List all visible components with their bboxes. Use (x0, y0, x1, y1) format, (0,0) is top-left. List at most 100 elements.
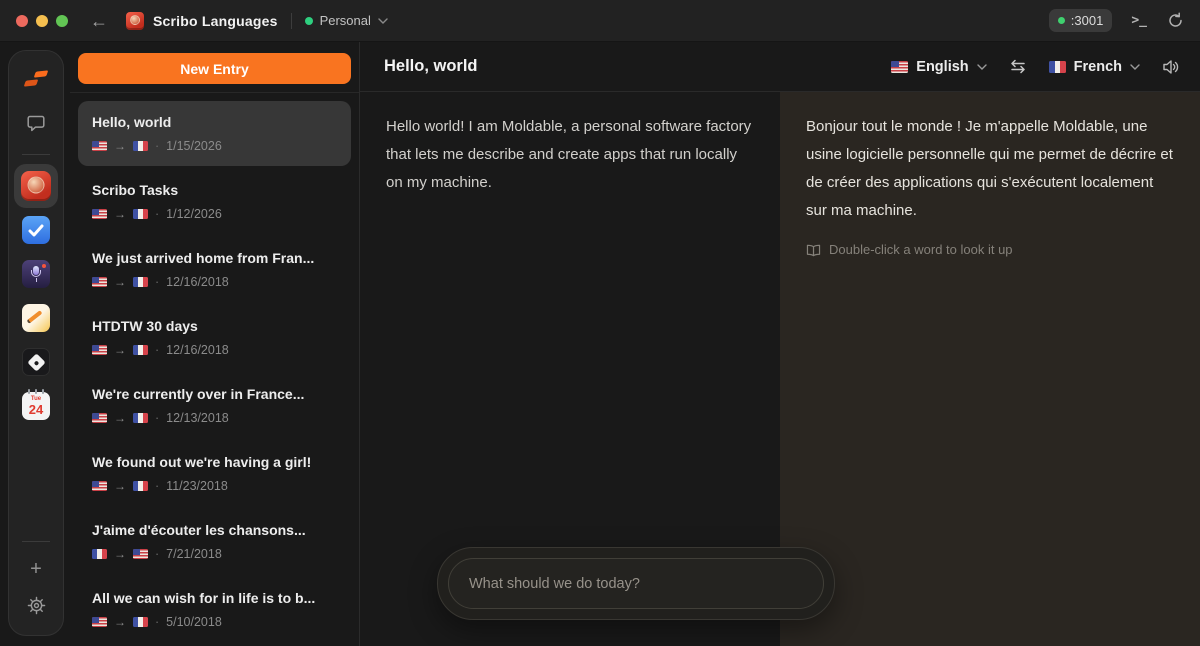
target-language-label: French (1074, 59, 1122, 75)
entry-meta: → · 11/23/2018 (92, 479, 337, 493)
source-flag-icon (92, 481, 107, 491)
sidebar-item-calendar[interactable]: Tue 24 (14, 384, 58, 428)
sidebar-item-voice-memos[interactable] (14, 252, 58, 296)
target-flag-icon (133, 141, 148, 151)
chevron-down-icon (977, 64, 987, 70)
speak-button[interactable] (1156, 52, 1186, 82)
entry-list-item[interactable]: All we can wish for in life is to b... →… (78, 577, 351, 642)
recording-dot (42, 264, 46, 268)
dot-separator: · (155, 207, 159, 221)
refresh-icon[interactable] (1167, 12, 1184, 29)
target-flag-icon (133, 345, 148, 355)
swap-languages-button[interactable] (1003, 52, 1033, 82)
port-badge[interactable]: :3001 (1049, 9, 1113, 32)
dot-separator: · (155, 615, 159, 629)
entry-meta: → · 7/21/2018 (92, 547, 337, 561)
arrow-icon: → (114, 139, 126, 153)
entry-title: We're currently over in France... (92, 386, 337, 402)
entry-list-item[interactable]: J'aime d'écouter les chansons... → · 7/2… (78, 509, 351, 574)
entry-date: 7/21/2018 (166, 547, 222, 561)
sidebar-item-tasks[interactable] (14, 208, 58, 252)
chat-icon[interactable] (14, 101, 58, 145)
new-entry-section: New Entry (70, 42, 359, 93)
server-status-dot (1058, 17, 1065, 24)
moldable-logo-icon[interactable] (14, 57, 58, 101)
close-window-button[interactable] (16, 15, 28, 27)
entry-title: We just arrived home from Fran... (92, 250, 337, 266)
microphone-app-icon (22, 260, 50, 288)
title-bar: ← Scribo Languages Personal :3001 >_ (0, 0, 1200, 42)
zoom-window-button[interactable] (56, 15, 68, 27)
speaker-icon (1162, 59, 1180, 75)
entry-meta: → · 12/16/2018 (92, 275, 337, 289)
lookup-hint: Double-click a word to look it up (806, 236, 1174, 264)
arrow-icon: → (114, 275, 126, 289)
entry-meta: → · 1/15/2026 (92, 139, 337, 153)
titlebar-divider (291, 13, 292, 29)
lookup-hint-text: Double-click a word to look it up (829, 236, 1013, 264)
entry-title: J'aime d'écouter les chansons... (92, 522, 337, 538)
sidebar-item-git[interactable] (14, 340, 58, 384)
source-flag-icon (92, 549, 107, 559)
entry-meta: → · 1/12/2026 (92, 207, 337, 221)
minimize-window-button[interactable] (36, 15, 48, 27)
entry-title: Hello, world (92, 114, 337, 130)
app-rail: Tue 24 + (0, 42, 70, 646)
entry-list-item[interactable]: Scribo Tasks → · 1/12/2026 (78, 169, 351, 234)
entry-list-item[interactable]: We're currently over in France... → · 12… (78, 373, 351, 438)
dot-separator: · (155, 547, 159, 561)
terminal-icon[interactable]: >_ (1131, 13, 1147, 28)
add-app-button[interactable]: + (14, 551, 58, 587)
chevron-down-icon (1130, 64, 1140, 70)
settings-button[interactable] (14, 587, 58, 623)
source-language-select[interactable]: English (883, 54, 994, 80)
entry-meta: → · 5/10/2018 (92, 615, 337, 629)
target-flag-icon (133, 413, 148, 423)
source-text: Hello world! I am Moldable, a personal s… (386, 118, 751, 191)
calendar-app-icon: Tue 24 (22, 392, 50, 420)
entry-meta: → · 12/13/2018 (92, 411, 337, 425)
chevron-down-icon (378, 18, 388, 24)
arrow-icon: → (114, 547, 126, 561)
globe-icon (130, 15, 140, 25)
target-text-column[interactable]: Bonjour tout le monde ! Je m'appelle Mol… (780, 92, 1200, 646)
open-book-icon (806, 244, 821, 257)
page-title: Hello, world (384, 57, 478, 76)
entry-title: We found out we're having a girl! (92, 454, 337, 470)
source-flag-icon (92, 141, 107, 151)
command-input[interactable] (448, 558, 824, 609)
workspace-switcher[interactable]: Personal (305, 13, 388, 28)
fr-flag-icon (1049, 61, 1066, 73)
target-language-select[interactable]: French (1041, 54, 1148, 80)
entry-date: 12/16/2018 (166, 343, 229, 357)
entry-date: 11/23/2018 (166, 479, 228, 493)
pencil-icon (27, 310, 43, 324)
entry-list: Hello, world → · 1/15/2026 Scribo Tasks … (70, 93, 359, 646)
dot-separator: · (155, 139, 159, 153)
rail-divider (22, 154, 50, 155)
entry-list-item[interactable]: HTDTW 30 days → · 12/16/2018 (78, 305, 351, 370)
entry-list-item[interactable]: We found out we're having a girl! → · 11… (78, 441, 351, 506)
entry-title: All we can wish for in life is to b... (92, 590, 337, 606)
port-label: :3001 (1071, 13, 1104, 28)
dot-separator: · (155, 343, 159, 357)
entry-date: 1/12/2026 (166, 207, 222, 221)
source-language-label: English (916, 59, 968, 75)
swap-arrows-icon (1009, 59, 1027, 74)
target-flag-icon (133, 481, 148, 491)
target-flag-icon (133, 277, 148, 287)
arrow-icon: → (114, 479, 126, 493)
back-button[interactable]: ← (90, 12, 108, 30)
entry-meta: → · 12/16/2018 (92, 343, 337, 357)
target-text: Bonjour tout le monde ! Je m'appelle Mol… (806, 118, 1173, 219)
source-flag-icon (92, 277, 107, 287)
entry-list-item[interactable]: We just arrived home from Fran... → · 12… (78, 237, 351, 302)
new-entry-button[interactable]: New Entry (78, 53, 351, 84)
sidebar-item-notes[interactable] (14, 296, 58, 340)
dot-separator: · (155, 479, 159, 493)
entry-date: 12/13/2018 (166, 411, 229, 425)
app-rail-card: Tue 24 + (8, 50, 64, 636)
source-flag-icon (92, 209, 107, 219)
entry-list-item[interactable]: Hello, world → · 1/15/2026 (78, 101, 351, 166)
sidebar-item-scribo-languages[interactable] (14, 164, 58, 208)
